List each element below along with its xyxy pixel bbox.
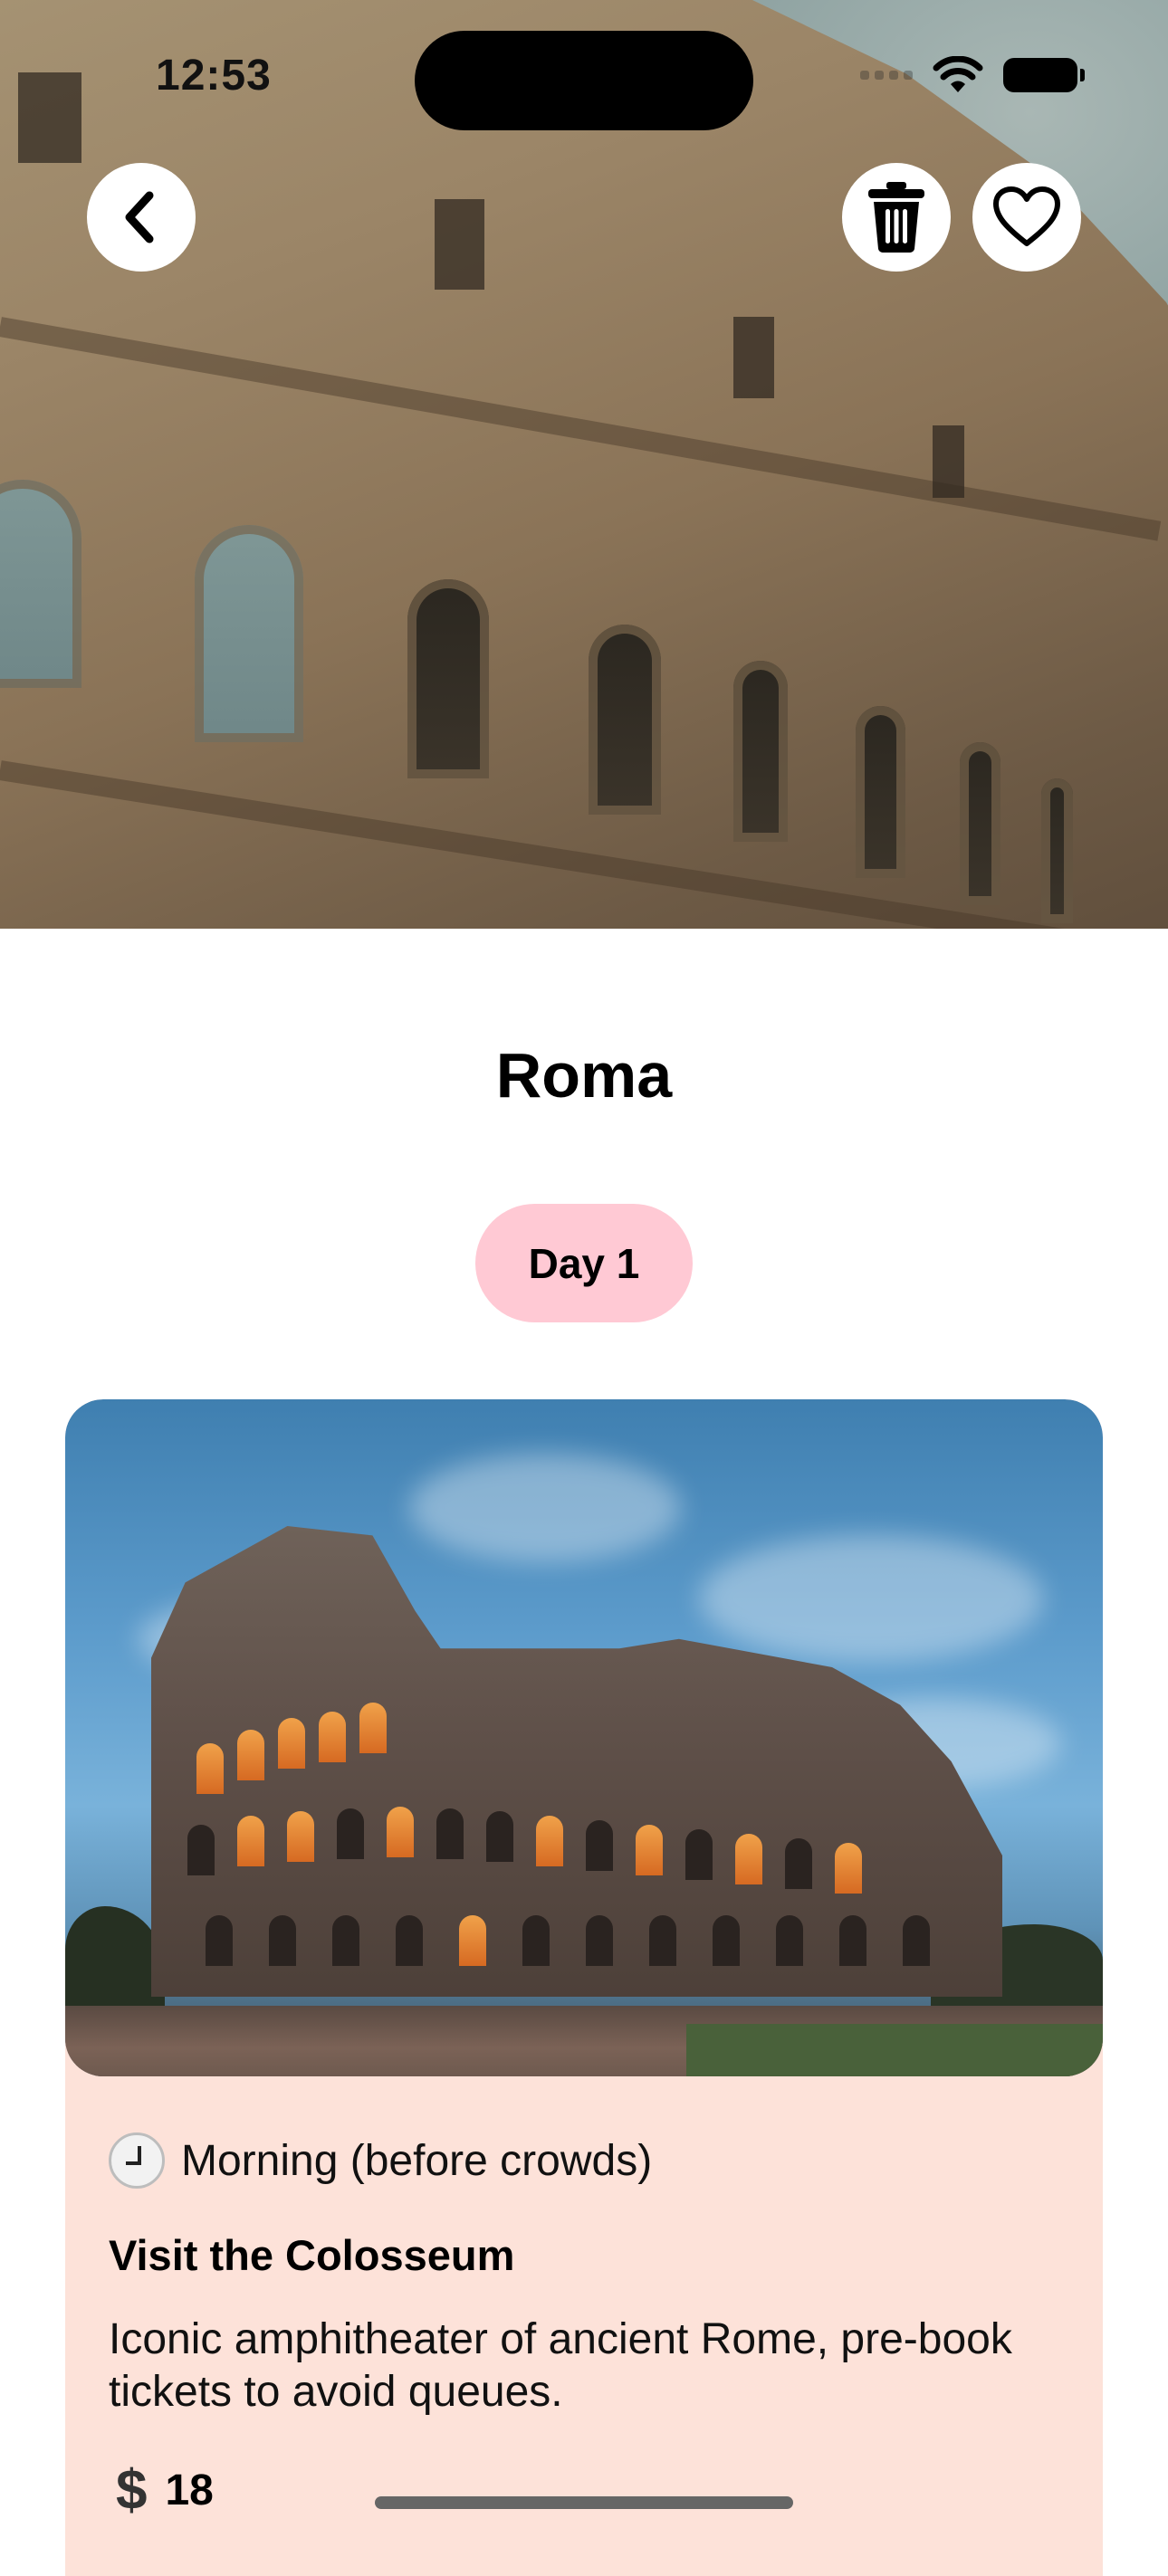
- day-tab[interactable]: Day 1: [475, 1204, 693, 1322]
- hero-window: [933, 425, 964, 498]
- lit-arch: [237, 1730, 264, 1780]
- home-indicator[interactable]: [375, 2496, 793, 2509]
- lit-arch: [636, 1825, 663, 1875]
- price-value: 18: [165, 2466, 214, 2514]
- lit-arch: [278, 1718, 305, 1769]
- delete-button[interactable]: [842, 163, 951, 272]
- chevron-left-icon: [125, 191, 154, 243]
- activity-image: [65, 1399, 1103, 2076]
- heart-outline-icon: [993, 186, 1060, 246]
- arch: [337, 1808, 364, 1859]
- cloud: [699, 1535, 1043, 1662]
- arch: [903, 1915, 930, 1966]
- favorite-button[interactable]: [972, 163, 1081, 272]
- dollar-icon: $: [116, 2459, 148, 2522]
- arch: [486, 1811, 513, 1862]
- lit-arch: [459, 1915, 486, 1966]
- hero-arch: [733, 661, 788, 842]
- price-row: $ 18: [116, 2458, 214, 2523]
- cellular-signal-icon: [860, 71, 913, 80]
- time-of-day-label: Morning (before crowds): [181, 2136, 653, 2185]
- trees: [65, 1906, 165, 2015]
- activity-description: Iconic amphitheater of ancient Rome, pre…: [109, 2315, 1012, 2416]
- hero-window: [435, 199, 484, 290]
- hero-window: [733, 317, 774, 398]
- arch: [785, 1838, 812, 1889]
- lit-arch: [287, 1811, 314, 1862]
- arch: [776, 1915, 803, 1966]
- arch: [685, 1829, 713, 1880]
- arch: [269, 1915, 296, 1966]
- lit-arch: [835, 1843, 862, 1894]
- arch: [713, 1915, 740, 1966]
- status-time: 12:53: [156, 52, 272, 100]
- wifi-icon: [933, 56, 983, 92]
- hero-arch: [589, 625, 661, 815]
- time-of-day-row: Morning (before crowds): [109, 2132, 652, 2189]
- arch: [522, 1915, 550, 1966]
- arch: [649, 1915, 676, 1966]
- hero-arch: [1041, 778, 1073, 923]
- back-button[interactable]: [87, 163, 196, 272]
- arch: [396, 1915, 423, 1966]
- lit-arch: [196, 1743, 224, 1794]
- arch: [187, 1825, 215, 1875]
- trash-icon: [868, 182, 924, 253]
- hero-arch: [195, 525, 303, 742]
- cloud: [409, 1454, 681, 1562]
- lit-arch: [319, 1712, 346, 1762]
- hero-arch: [856, 706, 905, 878]
- hero-arch: [0, 480, 81, 688]
- arch: [586, 1820, 613, 1871]
- lit-arch: [735, 1834, 762, 1884]
- lit-arch: [387, 1807, 414, 1857]
- lit-arch: [536, 1816, 563, 1866]
- hero-arch: [960, 742, 1000, 905]
- hero-arch: [407, 579, 489, 778]
- hero-image: 12:53: [0, 0, 1168, 929]
- hero-window: [18, 72, 81, 163]
- arch: [839, 1915, 866, 1966]
- arch: [206, 1915, 233, 1966]
- lit-arch: [359, 1703, 387, 1753]
- dynamic-island: [415, 31, 753, 130]
- grass: [686, 2024, 1103, 2076]
- lit-arch: [237, 1816, 264, 1866]
- activity-title: Visit the Colosseum: [109, 2231, 515, 2279]
- arch: [586, 1915, 613, 1966]
- status-icons: [860, 56, 1085, 94]
- activity-card[interactable]: Morning (before crowds) Visit the Coloss…: [65, 1399, 1103, 2576]
- arch: [332, 1915, 359, 1966]
- arch: [436, 1808, 464, 1859]
- city-title: Roma: [495, 1040, 673, 1111]
- battery-icon: [1003, 58, 1085, 92]
- clock-emoji-icon: [109, 2132, 165, 2189]
